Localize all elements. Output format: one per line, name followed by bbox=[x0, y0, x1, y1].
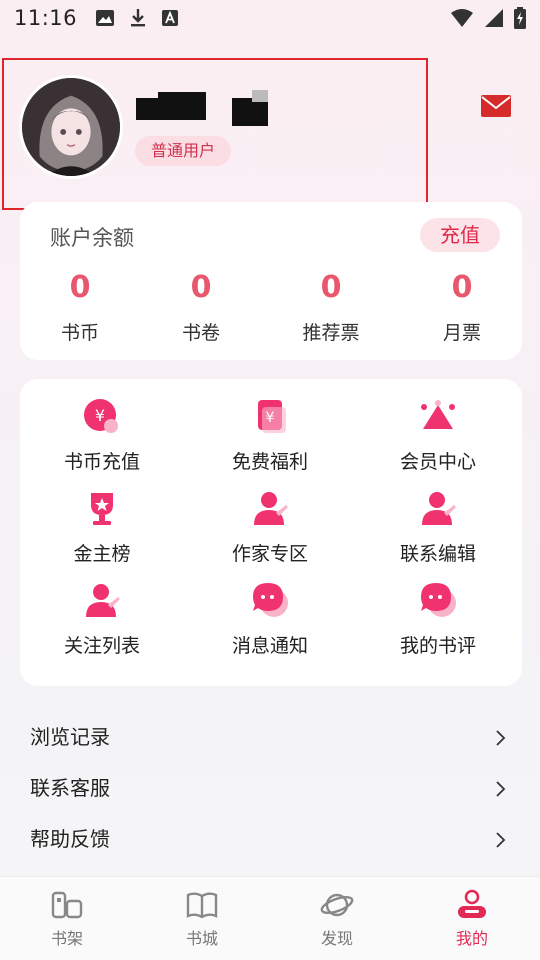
review-icon bbox=[421, 583, 456, 617]
menu-label: 帮助反馈 bbox=[30, 827, 110, 851]
stat-monthly-tickets[interactable]: 0 月票 bbox=[412, 270, 512, 345]
feature-label: 我的书评 bbox=[399, 635, 476, 657]
menu-browse-history[interactable]: 浏览记录 bbox=[0, 712, 540, 763]
menu-label: 浏览记录 bbox=[30, 725, 110, 749]
signal-icon bbox=[484, 8, 504, 28]
stat-label: 月票 bbox=[442, 322, 481, 344]
stat-book-coins[interactable]: 0 书币 bbox=[30, 270, 130, 345]
bookshelf-icon bbox=[51, 891, 83, 919]
coin-recharge-icon: ¥ bbox=[84, 399, 118, 433]
stat-recommend-tickets[interactable]: 0 推荐票 bbox=[281, 270, 381, 345]
menu-list: 浏览记录 联系客服 帮助反馈 bbox=[0, 712, 540, 865]
feature-label: 免费福利 bbox=[231, 451, 308, 473]
feature-label: 会员中心 bbox=[399, 451, 476, 473]
menu-customer-service[interactable]: 联系客服 bbox=[0, 763, 540, 814]
feature-grid: ¥ 书币充值 ¥ 免费福利 会员中心 金主榜 作家专区 联系编辑 关注列表 消息… bbox=[20, 379, 522, 686]
feature-my-reviews[interactable]: 我的书评 bbox=[373, 581, 503, 665]
trophy-icon bbox=[91, 493, 113, 525]
status-bar: 11:16 bbox=[0, 0, 540, 36]
profile-header[interactable]: 普通用户 bbox=[20, 78, 520, 188]
svg-text:¥: ¥ bbox=[266, 410, 275, 426]
chevron-right-icon bbox=[496, 730, 506, 746]
status-time: 11:16 bbox=[14, 6, 78, 30]
tab-label: 书城 bbox=[185, 929, 218, 948]
tab-label: 书架 bbox=[50, 929, 83, 948]
stat-value: 0 bbox=[320, 270, 342, 305]
feature-label: 联系编辑 bbox=[399, 543, 476, 565]
feature-member-center[interactable]: 会员中心 bbox=[373, 397, 503, 481]
tab-discover[interactable]: 发现 bbox=[297, 889, 377, 949]
avatar[interactable] bbox=[22, 78, 120, 176]
gallery-icon bbox=[95, 9, 115, 27]
stat-label: 推荐票 bbox=[302, 322, 360, 344]
chevron-right-icon bbox=[496, 781, 506, 797]
feature-label: 消息通知 bbox=[231, 635, 308, 657]
crown-icon bbox=[421, 400, 455, 429]
writer-icon bbox=[254, 492, 288, 525]
feature-label: 关注列表 bbox=[63, 635, 140, 657]
stat-value: 0 bbox=[190, 270, 212, 305]
feature-label: 作家专区 bbox=[231, 543, 308, 565]
profile-icon bbox=[458, 889, 486, 918]
book-icon bbox=[186, 892, 218, 919]
editor-icon bbox=[422, 492, 456, 525]
feature-label: 书币充值 bbox=[63, 451, 140, 473]
bottom-tab-bar: 书架 书城 发现 我的 bbox=[0, 876, 540, 960]
menu-help-feedback[interactable]: 帮助反馈 bbox=[0, 814, 540, 865]
svg-text:¥: ¥ bbox=[95, 406, 105, 425]
download-icon bbox=[129, 8, 147, 28]
balance-card: 账户余额 充值 0 书币 0 书卷 0 推荐票 0 月票 bbox=[20, 202, 522, 360]
tab-bookstore[interactable]: 书城 bbox=[162, 889, 242, 949]
stat-value: 0 bbox=[451, 270, 473, 305]
feature-free-benefits[interactable]: ¥ 免费福利 bbox=[205, 397, 335, 481]
feature-follow-list[interactable]: 关注列表 bbox=[37, 581, 167, 665]
follow-list-icon bbox=[86, 584, 120, 617]
font-icon bbox=[161, 9, 179, 27]
tab-label: 我的 bbox=[455, 929, 488, 948]
stat-book-vouchers[interactable]: 0 书卷 bbox=[151, 270, 251, 345]
feature-message-notice[interactable]: 消息通知 bbox=[205, 581, 335, 665]
battery-icon bbox=[514, 7, 526, 29]
balance-title: 账户余额 bbox=[50, 226, 134, 250]
feature-label: 金主榜 bbox=[73, 543, 131, 565]
feature-coin-recharge[interactable]: ¥ 书币充值 bbox=[37, 397, 167, 481]
feature-writer-zone[interactable]: 作家专区 bbox=[205, 489, 335, 573]
stat-label: 书卷 bbox=[181, 322, 220, 344]
stat-label: 书币 bbox=[60, 322, 99, 344]
message-icon bbox=[253, 583, 288, 617]
recharge-button[interactable]: 充值 bbox=[420, 218, 500, 252]
username-redacted bbox=[130, 90, 290, 128]
tab-bookshelf[interactable]: 书架 bbox=[27, 889, 107, 949]
user-level-badge: 普通用户 bbox=[135, 136, 232, 166]
wifi-icon bbox=[450, 8, 474, 28]
tab-label: 发现 bbox=[320, 929, 353, 948]
planet-icon bbox=[320, 893, 354, 917]
feature-contact-editor[interactable]: 联系编辑 bbox=[373, 489, 503, 573]
chevron-right-icon bbox=[496, 832, 506, 848]
red-envelope-icon: ¥ bbox=[258, 400, 286, 433]
feature-sponsor-ranking[interactable]: 金主榜 bbox=[37, 489, 167, 573]
tab-mine[interactable]: 我的 bbox=[432, 889, 512, 949]
menu-label: 联系客服 bbox=[30, 776, 110, 800]
stat-value: 0 bbox=[69, 270, 91, 305]
mail-icon[interactable] bbox=[480, 94, 512, 118]
